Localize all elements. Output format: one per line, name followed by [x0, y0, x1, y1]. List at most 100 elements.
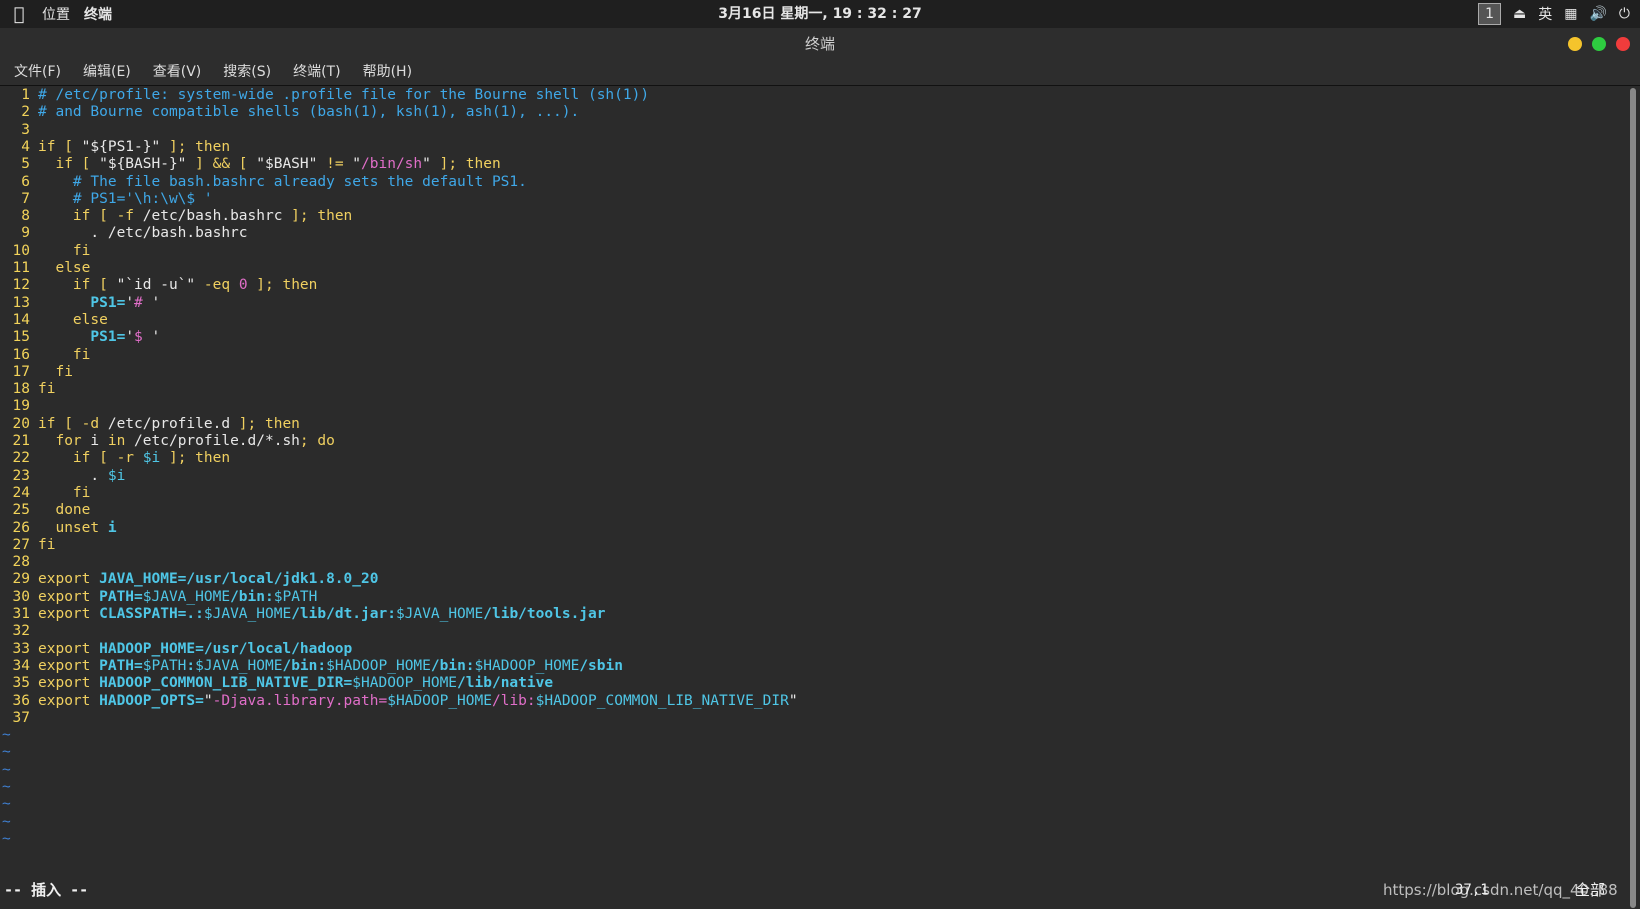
code-token: # /etc/profile: system-wide .profile fil…	[38, 87, 650, 103]
line-number: 20	[12, 415, 30, 432]
line-number: 4	[21, 138, 30, 155]
code-token: fi	[38, 346, 91, 363]
code-token: $HADOOP_HOME	[474, 657, 580, 674]
code-token: PATH=	[99, 588, 143, 605]
code-token: .	[38, 467, 108, 484]
code-token: :	[186, 657, 196, 674]
code-line: 31 export CLASSPATH=.:$JAVA_HOME/lib/dt.j…	[0, 605, 606, 623]
terminal-text-area[interactable]: 1 # /etc/profile: system-wide .profile fi…	[0, 86, 1626, 909]
code-token: PATH=	[99, 657, 143, 674]
menu-help[interactable]: 帮助(H)	[355, 60, 420, 85]
code-line: 16 fi	[0, 346, 91, 364]
code-token: export	[38, 588, 100, 605]
code-line: 36 export HADOOP_OPTS="-Djava.library.pat…	[0, 692, 798, 710]
code-token: 0	[238, 277, 248, 294]
power-icon[interactable]: ⏻	[1619, 6, 1630, 22]
scroll-position: 全部	[1575, 881, 1606, 899]
code-token: export	[38, 657, 100, 674]
line-number: 14	[12, 311, 30, 328]
cursor-position: 37,1	[1455, 882, 1489, 898]
system-top-bar:  位置 终端 3月16日 星期一, 19 : 32 : 27 1 ⏏ 英 ▦ …	[0, 0, 1640, 28]
code-token: /etc/bash.bashrc	[142, 208, 283, 225]
empty-line-marker: ~	[2, 813, 11, 830]
code-token: -Djava.library.path=	[212, 692, 388, 709]
code-token: ]; then	[160, 450, 231, 467]
code-line: 35 export HADOOP_COMMON_LIB_NATIVE_DIR=$H…	[0, 674, 554, 692]
window-title-bar: 终端	[0, 28, 1640, 60]
menu-terminal[interactable]: 终端(T)	[285, 60, 348, 85]
code-token: ]; then	[430, 156, 501, 173]
code-token: in	[99, 433, 135, 449]
eject-icon[interactable]: ⏏	[1513, 6, 1526, 22]
line-number: 29	[12, 571, 30, 588]
code-token: '	[151, 294, 161, 311]
maximize-button[interactable]	[1592, 37, 1606, 51]
line-number: 1	[21, 87, 30, 103]
menu-search[interactable]: 搜索(S)	[215, 60, 279, 85]
code-token: PS1=	[38, 329, 126, 346]
menu-view[interactable]: 查看(V)	[145, 60, 210, 85]
menu-bar: 文件(F) 编辑(E) 查看(V) 搜索(S) 终端(T) 帮助(H)	[0, 60, 1640, 86]
code-token: fi	[38, 536, 56, 553]
close-button[interactable]	[1616, 37, 1630, 51]
line-number: 9	[21, 225, 30, 242]
code-token: unset	[38, 519, 108, 536]
code-token: $JAVA_HOME	[142, 588, 231, 605]
code-token: CLASSPATH=.:	[99, 606, 204, 622]
line-number: 21	[12, 433, 30, 449]
code-token: JAVA_HOME=/usr/local/jdk1.8.0_20	[99, 571, 379, 588]
minimize-button[interactable]	[1568, 37, 1582, 51]
code-token: '	[125, 329, 135, 346]
code-token: fi	[38, 363, 73, 380]
code-token: for	[38, 433, 91, 449]
line-number: 26	[12, 519, 30, 536]
vim-mode-indicator: -- 插入 --	[4, 881, 89, 899]
code-token: fi	[38, 242, 91, 259]
code-line: 20 if [ -d /etc/profile.d ]; then	[0, 415, 300, 433]
menu-file[interactable]: 文件(F)	[6, 60, 69, 85]
code-token: ]; then	[247, 277, 318, 294]
code-token: "	[422, 156, 431, 173]
code-line: 10 fi	[0, 242, 91, 260]
code-token: # and Bourne compatible shells (bash(1),…	[38, 104, 580, 121]
code-token: i	[107, 519, 117, 536]
code-token: /lib:	[491, 692, 536, 709]
line-number: 31	[12, 606, 30, 622]
code-line: 19	[0, 397, 38, 415]
code-token: # PS1='\h:\w\$ '	[38, 190, 213, 207]
code-line: 3	[0, 121, 38, 139]
code-line: 28	[0, 553, 38, 571]
line-number: 25	[12, 502, 30, 519]
code-line: 18 fi	[0, 380, 56, 398]
code-line: 12 if [ "`id -u`" -eq 0 ]; then	[0, 276, 318, 294]
code-token: ]; then	[160, 138, 231, 155]
code-token: -eq	[195, 277, 239, 294]
code-line: 22 if [ -r $i ]; then	[0, 449, 231, 467]
input-method-indicator[interactable]: 英	[1538, 4, 1552, 24]
menu-edit[interactable]: 编辑(E)	[75, 60, 139, 85]
clock[interactable]: 3月16日 星期一, 19 : 32 : 27	[0, 0, 1640, 28]
network-icon[interactable]: ▦	[1564, 6, 1577, 22]
code-token: i	[90, 433, 100, 449]
code-line: 26 unset i	[0, 519, 117, 537]
code-token: /bin/sh	[361, 156, 423, 173]
code-line: 17 fi	[0, 363, 73, 381]
code-token: $JAVA_HOME	[195, 657, 283, 674]
code-token: /lib/native	[457, 675, 554, 692]
code-token: if [	[38, 277, 117, 294]
code-token: ]; then	[282, 208, 353, 225]
code-token: export	[38, 606, 100, 622]
line-number: 8	[21, 208, 30, 225]
code-token: "	[203, 692, 213, 709]
scrollbar-thumb[interactable]	[1630, 88, 1636, 908]
line-number: 19	[12, 398, 30, 415]
line-number: 3	[21, 121, 30, 138]
workspace-indicator[interactable]: 1	[1478, 3, 1502, 25]
code-token: . /etc/bash.bashrc	[38, 225, 248, 242]
code-token: export	[38, 675, 100, 692]
volume-icon[interactable]: 🔊	[1589, 6, 1606, 22]
code-line: 23 . $i	[0, 467, 126, 485]
code-line: 2 # and Bourne compatible shells (bash(1)…	[0, 103, 579, 121]
code-token: # The file bash.bashrc already sets the …	[38, 173, 527, 190]
code-token: if [ -d	[38, 415, 108, 432]
